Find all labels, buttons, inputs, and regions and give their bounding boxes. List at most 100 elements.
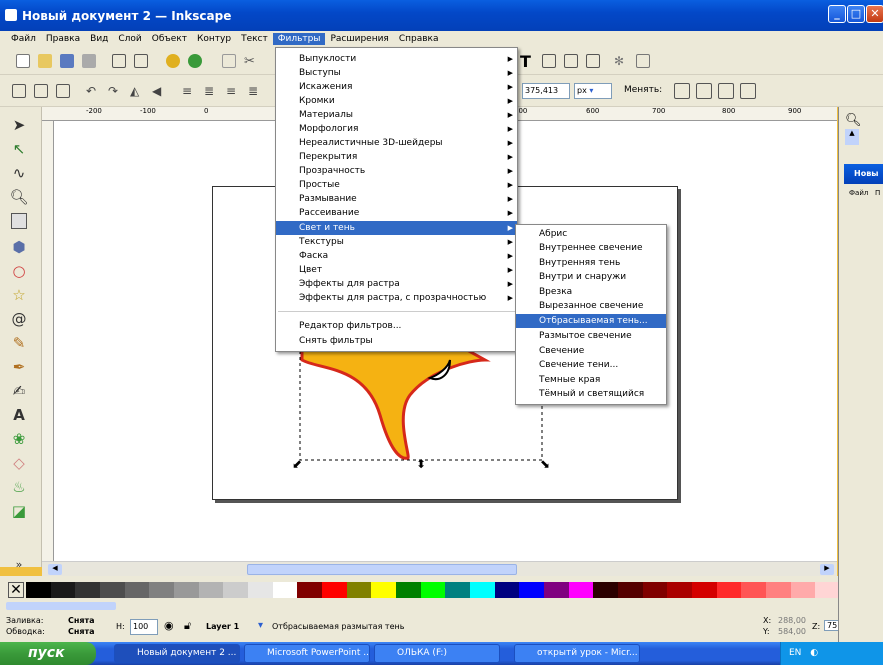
palette-scroll-thumb[interactable]	[6, 602, 116, 610]
filters-item[interactable]: Эффекты для растра, с прозрачностью ▶	[276, 291, 517, 305]
color-swatch[interactable]	[174, 582, 199, 598]
color-swatch[interactable]	[494, 582, 520, 598]
menu-help[interactable]: Справка	[394, 33, 444, 45]
move-patterns-icon[interactable]	[740, 83, 756, 99]
text-tool-icon[interactable]: T	[520, 52, 534, 71]
deselect-icon[interactable]	[56, 84, 70, 98]
color-swatch[interactable]	[470, 582, 495, 598]
filters-item[interactable]: Рассеивание ▶	[276, 206, 517, 220]
tray-icon[interactable]: ◐	[810, 648, 818, 658]
color-swatch[interactable]	[692, 582, 717, 598]
second-window-menu-file[interactable]: Файл	[849, 189, 868, 197]
scroll-thumb[interactable]	[247, 564, 517, 575]
raise-to-top-icon[interactable]: ≡	[182, 84, 196, 98]
ellipse-tool-icon[interactable]: ○	[9, 261, 29, 281]
height-input[interactable]: 375,413	[522, 83, 570, 99]
filters-item[interactable]: Выступы ▶	[276, 66, 517, 80]
color-swatch[interactable]	[272, 582, 298, 598]
color-swatch[interactable]	[396, 582, 421, 598]
lock-icon[interactable]: 🔓︎	[184, 619, 191, 633]
scroll-up-icon[interactable]: ▲	[845, 129, 859, 145]
maximize-button[interactable]: □	[847, 5, 865, 23]
scale-handle-icon[interactable]: ⬊	[540, 457, 550, 471]
color-swatch[interactable]	[198, 582, 224, 598]
paint-bucket-tool-icon[interactable]: ♨	[9, 477, 29, 497]
filters-item[interactable]: Кромки ▶	[276, 94, 517, 108]
submenu-item[interactable]: Тёмный и светящийся	[516, 387, 666, 401]
color-swatch[interactable]	[716, 582, 742, 598]
color-swatch[interactable]	[741, 582, 767, 598]
select-all-icon[interactable]	[12, 84, 26, 98]
submenu-item[interactable]: Вырезанное свечение	[516, 299, 666, 313]
filters-item[interactable]: Простые ▶	[276, 178, 517, 192]
color-swatch[interactable]	[248, 582, 273, 598]
color-swatch[interactable]	[297, 582, 323, 598]
more-tools-icon[interactable]: »	[9, 555, 29, 575]
pencil-tool-icon[interactable]: ✎	[9, 333, 29, 353]
align-icon[interactable]	[586, 54, 600, 68]
menu-filters[interactable]: Фильтры	[272, 33, 326, 45]
opacity-input[interactable]: 100	[130, 619, 158, 635]
rectangle-tool-icon[interactable]	[11, 213, 27, 229]
layer-select[interactable]: Layer 1	[206, 622, 239, 631]
filters-item-light-shadow[interactable]: Свет и тень ▶	[276, 221, 517, 235]
horizontal-scrollbar[interactable]: ◀ ▶	[42, 561, 837, 576]
color-swatch[interactable]	[445, 582, 471, 598]
rotate-ccw-icon[interactable]: ↶	[86, 84, 100, 98]
submenu-item-drop-shadow[interactable]: Отбрасываемая тень...	[516, 314, 666, 328]
scroll-right-icon[interactable]: ▶	[820, 564, 834, 575]
taskbar-item[interactable]: открытй урок - Micr...	[514, 644, 640, 663]
color-swatch[interactable]	[593, 582, 619, 598]
taskbar-item[interactable]: Новый документ 2 ...	[114, 644, 240, 663]
import-icon[interactable]	[112, 54, 126, 68]
zoom-icon[interactable]: 🔍︎	[845, 113, 862, 129]
color-swatch[interactable]	[322, 582, 347, 598]
close-button[interactable]: ✕	[866, 5, 883, 23]
color-swatch[interactable]	[149, 582, 175, 598]
export-icon[interactable]	[134, 54, 148, 68]
color-swatch[interactable]	[223, 582, 249, 598]
submenu-item[interactable]: Свечение тени...	[516, 358, 666, 372]
unit-select[interactable]: px ▾	[574, 83, 612, 99]
flip-horizontal-icon[interactable]: ◭	[130, 84, 144, 98]
zoom-tool-icon[interactable]: 🔍︎	[9, 187, 29, 207]
color-swatch[interactable]	[26, 582, 51, 598]
submenu-item[interactable]: Внутреннее свечение	[516, 241, 666, 255]
color-swatch[interactable]	[75, 582, 101, 598]
start-button[interactable]: пуск	[0, 642, 96, 665]
filters-item[interactable]: Морфология ▶	[276, 122, 517, 136]
submenu-item[interactable]: Размытое свечение	[516, 329, 666, 343]
filters-item[interactable]: Искажения ▶	[276, 80, 517, 94]
remove-filters-item[interactable]: Снять фильтры	[276, 334, 517, 348]
filters-item[interactable]: Размывание ▶	[276, 192, 517, 206]
color-swatch[interactable]	[642, 582, 668, 598]
color-swatch[interactable]	[100, 582, 125, 598]
color-swatch[interactable]	[420, 582, 446, 598]
eraser-tool-icon[interactable]: ◇	[9, 453, 29, 473]
preferences-icon[interactable]: ✻	[614, 54, 628, 68]
move-gradients-icon[interactable]	[718, 83, 734, 99]
color-swatch[interactable]	[766, 582, 791, 598]
save-icon[interactable]	[60, 54, 74, 68]
language-indicator[interactable]: EN	[789, 648, 801, 658]
print-icon[interactable]	[82, 54, 96, 68]
scale-corners-icon[interactable]	[696, 83, 712, 99]
calligraphy-tool-icon[interactable]: ✍	[9, 381, 29, 401]
color-swatch[interactable]	[50, 582, 76, 598]
xml-editor-icon[interactable]	[564, 54, 578, 68]
fill-value[interactable]: Снята	[68, 616, 95, 625]
lower-icon[interactable]: ≡	[226, 84, 240, 98]
3d-box-tool-icon[interactable]: ⬢	[9, 237, 29, 257]
menu-view[interactable]: Вид	[85, 33, 113, 45]
second-window-menu-edit[interactable]: П	[875, 189, 880, 197]
filters-item[interactable]: Прозрачность ▶	[276, 164, 517, 178]
submenu-item[interactable]: Врезка	[516, 285, 666, 299]
color-swatch[interactable]	[346, 582, 372, 598]
filters-item[interactable]: Нереалистичные 3D-шейдеры ▶	[276, 136, 517, 150]
redo-icon[interactable]	[188, 54, 202, 68]
filters-item[interactable]: Текстуры ▶	[276, 235, 517, 249]
color-swatch[interactable]	[519, 582, 545, 598]
visibility-eye-icon[interactable]: ◉	[164, 619, 174, 632]
filters-item[interactable]: Эффекты для растра ▶	[276, 277, 517, 291]
filters-item[interactable]: Материалы ▶	[276, 108, 517, 122]
